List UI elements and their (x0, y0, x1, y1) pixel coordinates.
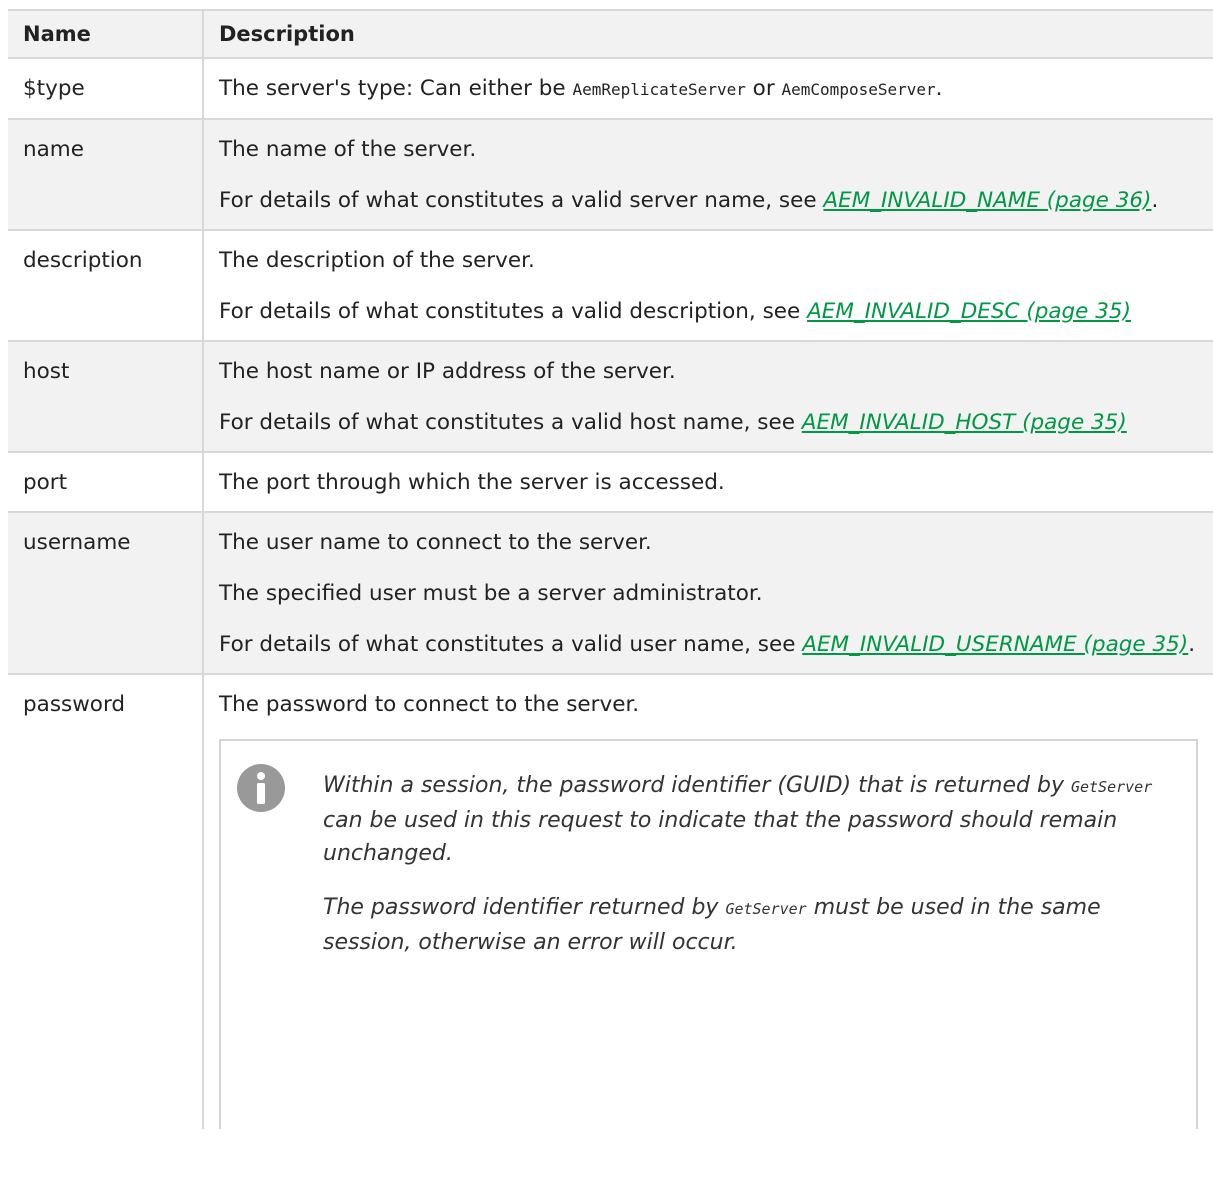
note-paragraph: The password identifier returned by GetS… (323, 891, 1156, 959)
param-description: The server's type: Can either be AemRepl… (202, 57, 1213, 119)
text-fragment: can be used in this request to indicate … (323, 808, 1118, 866)
param-name: name (8, 118, 203, 230)
header-name: Name (8, 9, 203, 58)
description-text: The server's type: Can either be AemRepl… (219, 73, 1198, 106)
note-text: Within a session, the password identifie… (323, 769, 1156, 959)
header-description: Description (202, 9, 1213, 58)
table-row-password: password The password to connect to the … (8, 673, 1213, 1129)
table-row-type: $type The server's type: Can either be A… (8, 57, 1213, 119)
text-fragment: For details of what constitutes a valid … (219, 632, 803, 657)
description-text: For details of what constitutes a valid … (219, 629, 1198, 661)
code-aem-replicate-server: AemReplicateServer (572, 80, 746, 99)
text-fragment: For details of what constitutes a valid … (219, 299, 808, 324)
text-fragment: Within a session, the password identifie… (323, 773, 1071, 798)
param-description: The port through which the server is acc… (202, 451, 1213, 512)
description-text: The specified user must be a server admi… (219, 581, 763, 606)
code-aem-compose-server: AemComposeServer (781, 80, 936, 99)
text-fragment: . (1188, 632, 1196, 657)
description-text: The description of the server. (219, 248, 535, 273)
description-text: For details of what constitutes a valid … (219, 185, 1198, 217)
param-name: description (8, 229, 203, 341)
description-text: The port through which the server is acc… (219, 470, 725, 495)
text-fragment: The password identifier returned by (323, 895, 726, 920)
table-row-host: host The host name or IP address of the … (8, 340, 1213, 452)
link-aem-invalid-username[interactable]: AEM_INVALID_USERNAME (page 35) (802, 632, 1188, 657)
text-fragment: . (1151, 188, 1159, 213)
param-name: port (8, 451, 203, 512)
param-name: $type (8, 57, 203, 119)
table-header-row: Name Description (8, 9, 1213, 58)
text-fragment: . (935, 76, 943, 101)
text-fragment: For details of what constitutes a valid … (219, 188, 824, 213)
table-row-username: username The user name to connect to the… (8, 511, 1213, 674)
description-text: The name of the server. (219, 137, 477, 162)
link-aem-invalid-host[interactable]: AEM_INVALID_HOST (page 35) (802, 410, 1127, 435)
param-name: host (8, 340, 203, 452)
description-text: The host name or IP address of the serve… (219, 359, 676, 384)
parameters-table: Name Description $type The server's type… (8, 9, 1213, 1129)
code-get-server: GetServer (1070, 778, 1153, 796)
param-description: The description of the server. For detai… (202, 229, 1213, 341)
param-description: The password to connect to the server. W… (202, 673, 1213, 1129)
description-text: The password to connect to the server. (219, 692, 640, 717)
table-row-name: name The name of the server. For details… (8, 118, 1213, 230)
text-fragment: The server's type: Can either be (219, 76, 573, 101)
param-description: The name of the server. For details of w… (202, 118, 1213, 230)
link-aem-invalid-desc[interactable]: AEM_INVALID_DESC (page 35) (807, 299, 1131, 324)
param-description: The host name or IP address of the serve… (202, 340, 1213, 452)
table-row-port: port The port through which the server i… (8, 451, 1213, 512)
param-description: The user name to connect to the server. … (202, 511, 1213, 674)
description-text: For details of what constitutes a valid … (219, 296, 1198, 328)
note-paragraph: Within a session, the password identifie… (323, 769, 1156, 870)
text-fragment: or (745, 76, 782, 101)
text-fragment: For details of what constitutes a valid … (219, 410, 802, 435)
note-box: Within a session, the password identifie… (219, 739, 1198, 1129)
param-name: password (8, 673, 203, 1129)
param-name: username (8, 511, 203, 674)
description-text: The user name to connect to the server. (219, 530, 652, 555)
code-get-server: GetServer (725, 900, 807, 918)
link-aem-invalid-name[interactable]: AEM_INVALID_NAME (page 36) (823, 188, 1151, 213)
table-row-description: description The description of the serve… (8, 229, 1213, 341)
info-icon (237, 764, 285, 812)
description-text: For details of what constitutes a valid … (219, 407, 1198, 439)
